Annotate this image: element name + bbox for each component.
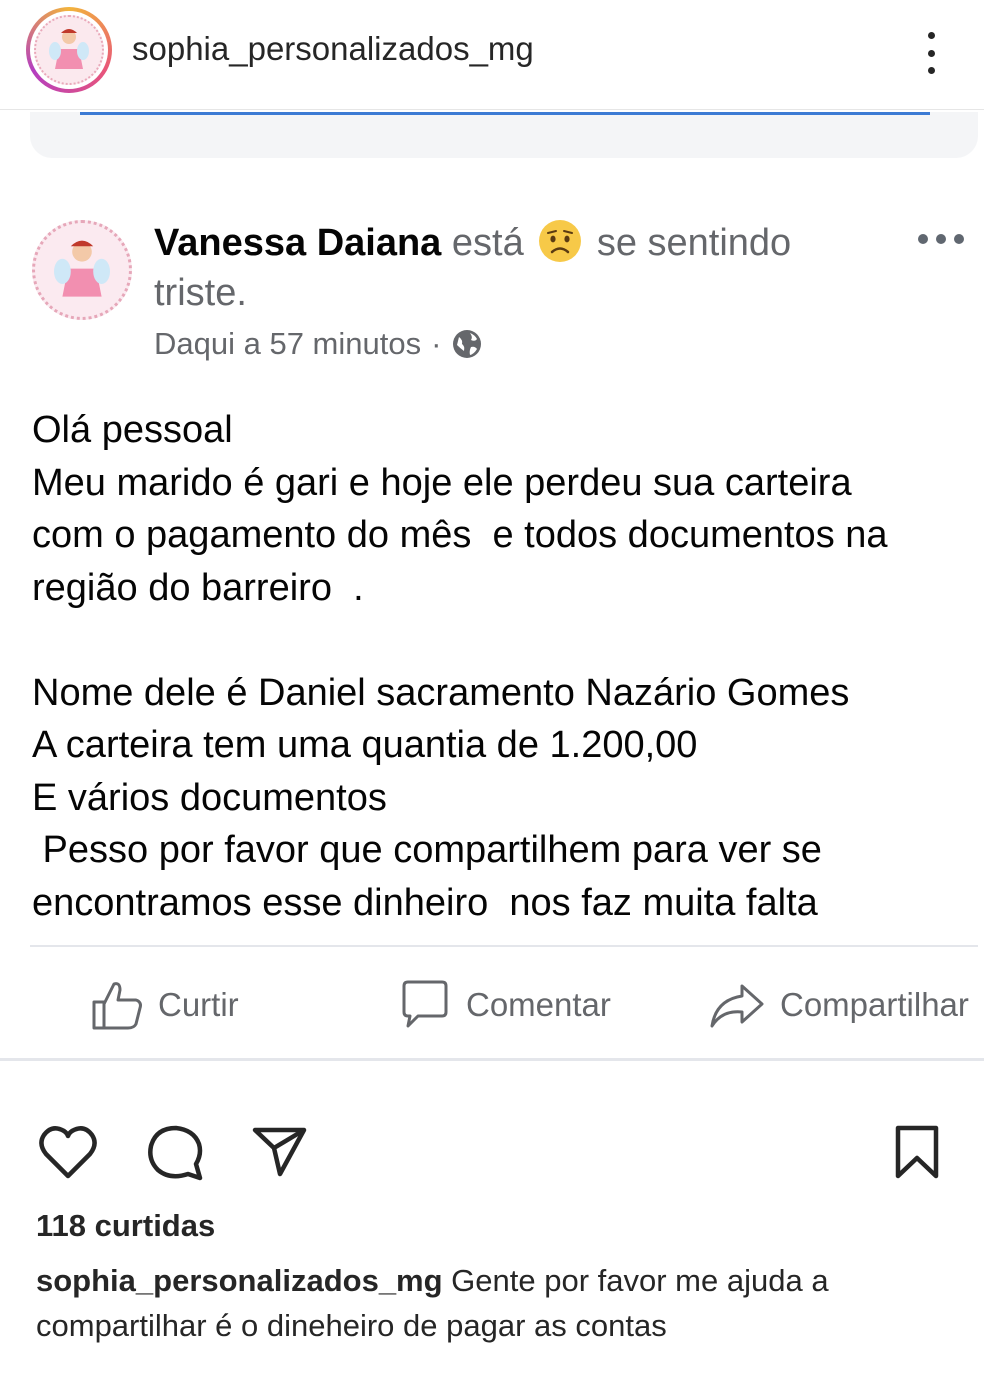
body-line: Meu marido é gari e hoje ele perdeu sua … xyxy=(32,461,852,504)
post-caption: sophia_personalizados_mg Gente por favor… xyxy=(36,1258,936,1348)
post-options-icon[interactable] xyxy=(918,232,964,246)
angel-logo-icon xyxy=(54,240,110,297)
thumbs-up-icon xyxy=(92,982,142,1030)
meta-separator: · xyxy=(431,326,442,361)
body-line: E vários documentos xyxy=(32,776,387,819)
comment-icon[interactable] xyxy=(146,1124,204,1182)
more-vertical-icon[interactable] xyxy=(920,28,942,78)
body-line: Pesso por favor que compartilhem para ve… xyxy=(32,829,822,871)
embedded-card-top xyxy=(30,112,978,158)
body-line: com o pagamento do mês e todos documento… xyxy=(32,514,888,556)
author-name: Vanessa Daiana xyxy=(154,222,442,264)
feeling-prefix: está xyxy=(451,222,524,264)
body-line: encontramos esse dinheiro nos faz muita … xyxy=(32,881,818,924)
actions-divider xyxy=(30,945,978,947)
header-username[interactable]: sophia_personalizados_mg xyxy=(132,30,534,68)
accent-divider xyxy=(80,112,930,115)
body-line: Olá pessoal xyxy=(32,409,233,451)
share-button[interactable]: Compartilhar xyxy=(708,970,969,1040)
post-meta: Daqui a 57 minutos · xyxy=(154,326,483,362)
like-button[interactable]: Curtir xyxy=(90,970,239,1040)
post-timestamp: Daqui a 57 minutos xyxy=(154,326,422,361)
author-avatar xyxy=(32,220,132,320)
heart-icon[interactable] xyxy=(38,1124,98,1180)
angel-logo-icon xyxy=(34,15,104,85)
caption-username[interactable]: sophia_personalizados_mg xyxy=(36,1263,443,1298)
sad-face-emoji-icon xyxy=(539,220,582,262)
share-label: Compartilhar xyxy=(780,986,969,1023)
comment-bubble-icon xyxy=(402,980,448,1028)
post-body: Olá pessoal Meu marido é gari e hoje ele… xyxy=(32,404,972,929)
body-line: Nome dele é Daniel sacramento Nazário Go… xyxy=(32,671,850,714)
post-actions: Curtir Comentar Compartilhar xyxy=(0,970,984,1040)
bookmark-icon[interactable] xyxy=(892,1124,942,1180)
comment-label: Comentar xyxy=(466,986,611,1023)
likes-count[interactable]: 118 curtidas xyxy=(36,1208,215,1244)
post-headline: Vanessa Daiana está se sentindo triste. xyxy=(154,218,894,318)
comment-button[interactable]: Comentar xyxy=(398,970,611,1040)
globe-icon xyxy=(453,330,482,358)
body-line: A carteira tem uma quantia de 1.200,00 xyxy=(32,724,698,766)
share-icon[interactable] xyxy=(252,1126,308,1178)
share-arrow-icon xyxy=(710,984,764,1028)
like-label: Curtir xyxy=(158,986,239,1023)
image-bottom-divider xyxy=(0,1058,984,1061)
instagram-post-header: sophia_personalizados_mg xyxy=(0,0,984,110)
body-line: região do barreiro . xyxy=(32,566,364,609)
profile-avatar[interactable] xyxy=(26,7,112,93)
body-line-blank xyxy=(32,614,972,667)
